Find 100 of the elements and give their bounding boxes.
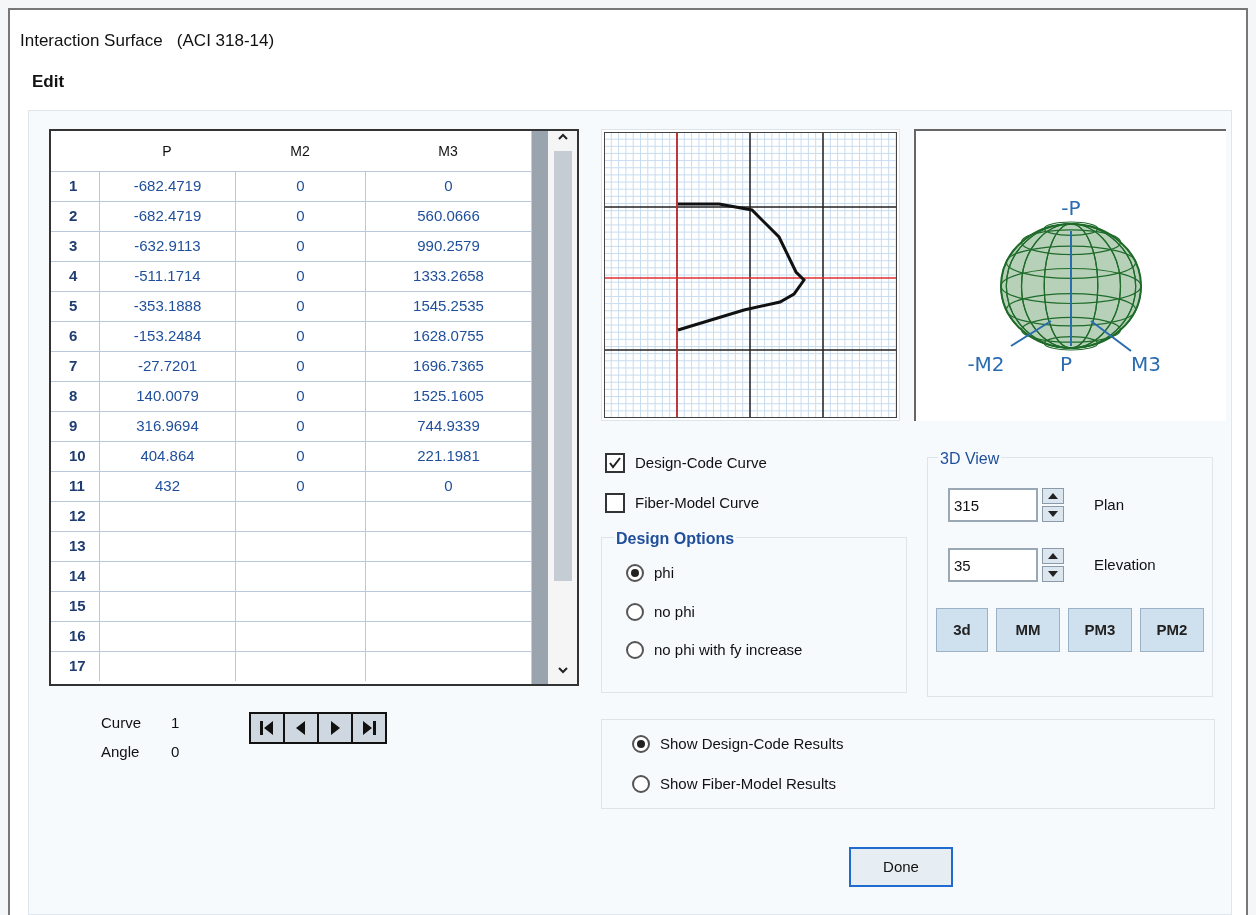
row-number: 10	[68, 446, 87, 467]
row-number: 1	[68, 176, 79, 197]
table-cell-text: 1333.2658	[413, 266, 484, 287]
next-curve-button[interactable]	[319, 714, 352, 742]
row-number: 5	[68, 296, 79, 317]
table-cell-text: 0	[296, 476, 305, 497]
table-cell-text: 0	[296, 266, 305, 287]
curve-value: 1	[171, 713, 180, 733]
scrollbar[interactable]	[531, 131, 577, 684]
row-number: 12	[68, 506, 87, 527]
table-cell-text: 0	[296, 416, 305, 437]
table-cell-text: 1545.2535	[413, 296, 484, 317]
table-cell-text: 1525.1605	[413, 386, 484, 407]
radio-button[interactable]	[626, 641, 644, 660]
row-number: 17	[68, 656, 87, 677]
table-cell-text: 0	[444, 476, 453, 497]
field-label: Plan	[1094, 494, 1125, 515]
table-cell-text: -27.7201	[137, 356, 198, 377]
checkbox[interactable]	[605, 453, 625, 473]
number-field[interactable]: 35	[948, 548, 1038, 582]
table-cell-text: 0	[296, 206, 305, 227]
done-button[interactable]: Done	[849, 847, 953, 887]
up-triangle-icon	[1048, 553, 1058, 559]
radio-button[interactable]	[632, 775, 650, 794]
spin-down-button[interactable]	[1042, 566, 1064, 582]
checkbox[interactable]	[605, 493, 625, 513]
up-triangle-icon	[1048, 493, 1058, 499]
radio-button[interactable]	[626, 602, 644, 621]
window-title: Interaction Surface (ACI 318-14)	[19, 30, 276, 52]
table-cell-text: -632.9113	[134, 236, 201, 257]
table-cell-text: 221.1981	[417, 446, 480, 467]
angle-label: Angle	[101, 741, 141, 762]
spin-up-button[interactable]	[1042, 488, 1064, 504]
radio-button[interactable]	[632, 734, 650, 753]
down-triangle-icon	[1048, 511, 1058, 517]
table-cell-text: -682.4719	[133, 206, 202, 227]
row-number: 9	[68, 416, 79, 437]
table-cell-text: 0	[296, 386, 305, 407]
row-number: 8	[68, 386, 79, 407]
table-cell-text: -153.2484	[133, 326, 202, 347]
leader-line	[1010, 320, 1052, 347]
axis-label: P	[1059, 352, 1073, 376]
row-number: 14	[68, 566, 87, 587]
number-field[interactable]: 315	[948, 488, 1038, 522]
row-number: 16	[68, 626, 87, 647]
down-triangle-icon	[1048, 571, 1058, 577]
radio-button[interactable]	[626, 564, 644, 583]
radio-label: phi	[654, 563, 675, 583]
spin-down-button[interactable]	[1042, 506, 1064, 522]
row-number: 13	[68, 536, 87, 557]
table-cell-text: 0	[296, 446, 305, 467]
table-cell-text: 404.864	[140, 446, 195, 467]
curve-label: Curve	[101, 713, 141, 733]
table-cell-text: 560.0666	[417, 206, 480, 227]
radio-label: Show Design-Code Results	[660, 733, 844, 754]
row-number: 3	[68, 236, 79, 257]
checkbox-label: Fiber-Model Curve	[635, 492, 760, 513]
column-header: P	[161, 141, 173, 161]
table-cell-text: 0	[296, 356, 305, 377]
table-cell-text: 744.9339	[417, 416, 480, 437]
checkbox-label: Design-Code Curve	[635, 452, 767, 473]
prev-curve-button[interactable]	[285, 714, 318, 742]
radio-label: no phi with fy increase	[654, 640, 803, 660]
table-cell-text: 1628.0755	[413, 326, 484, 347]
field-label: Elevation	[1094, 554, 1156, 575]
scroll-thumb[interactable]	[553, 151, 572, 581]
radio-label: Show Fiber-Model Results	[660, 774, 836, 794]
axis-label: M3	[1131, 352, 1161, 376]
view-button[interactable]: PM3	[1068, 608, 1132, 652]
table-cell-text: -353.1888	[133, 296, 202, 317]
radio-label: no phi	[654, 601, 695, 622]
view-button[interactable]: 3d	[936, 608, 988, 652]
table-cell-text: 0	[296, 326, 305, 347]
column-header: M3	[437, 141, 459, 161]
table-cell-text: 1696.7365	[413, 356, 484, 377]
row-number: 2	[68, 206, 79, 227]
table-cell-text: -511.1714	[134, 266, 201, 287]
row-number: 7	[68, 356, 79, 377]
leader-line	[1090, 320, 1132, 352]
row-number: 11	[68, 476, 86, 497]
menu-item[interactable]: Edit	[32, 69, 65, 95]
first-curve-button[interactable]	[251, 714, 284, 742]
view-button[interactable]: PM2	[1140, 608, 1204, 652]
table-cell-text: -682.4719	[133, 176, 202, 197]
table-cell-text: 0	[296, 296, 305, 317]
spin-up-button[interactable]	[1042, 548, 1064, 564]
table-cell-text: 316.9694	[136, 416, 199, 437]
axis-label: -M2	[967, 352, 1005, 376]
row-number: 4	[68, 266, 79, 287]
table-cell-text: 990.2579	[417, 236, 480, 257]
table-cell-text: 432	[155, 476, 180, 497]
table-cell-text: 0	[444, 176, 453, 197]
view-button[interactable]: MM	[996, 608, 1060, 652]
table-cell-text: 0	[296, 236, 305, 257]
last-curve-button[interactable]	[353, 714, 386, 742]
angle-value: 0	[171, 741, 180, 762]
table-cell-text: 0	[296, 176, 305, 197]
axis-label: -P	[1061, 196, 1081, 220]
table-cell-text: 140.0079	[136, 386, 199, 407]
row-number: 15	[68, 596, 87, 617]
